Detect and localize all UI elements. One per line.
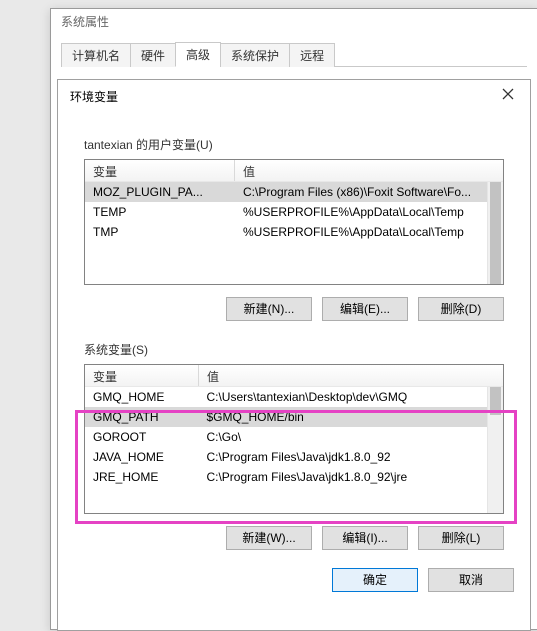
table-row[interactable]: JRE_HOMEC:\Program Files\Java\jdk1.8.0_9… [85,467,487,487]
table-row[interactable]: TEMP%USERPROFILE%\AppData\Local\Temp [85,202,487,222]
cell-value: C:\Program Files (x86)\Foxit Software\Fo… [235,182,487,202]
sys-delete-button[interactable]: 删除(L) [418,526,504,550]
table-row[interactable]: TMP%USERPROFILE%\AppData\Local\Temp [85,222,487,242]
cell-variable: TMP [85,222,235,242]
column-header-variable[interactable]: 变量 [85,160,235,181]
cell-variable: GMQ_PATH [85,407,198,427]
cell-variable: TEMP [85,202,235,222]
scrollbar-thumb[interactable] [490,182,501,284]
tab-remote[interactable]: 远程 [289,43,335,67]
cell-variable: JAVA_HOME [85,447,198,467]
tabstrip: 计算机名 硬件 高级 系统保护 远程 [61,43,527,67]
table-row[interactable]: GMQ_HOMEC:\Users\tantexian\Desktop\dev\G… [85,387,487,407]
cell-value: C:\Program Files\Java\jdk1.8.0_92\jre [198,467,487,487]
scrollbar[interactable] [487,182,503,284]
close-icon [502,89,514,103]
cell-value: %USERPROFILE%\AppData\Local\Temp [235,222,487,242]
env-dialog-title: 环境变量 [70,88,118,105]
tab-hardware[interactable]: 硬件 [130,43,176,67]
tab-advanced[interactable]: 高级 [175,42,221,67]
scrollbar-thumb[interactable] [490,387,501,415]
table-row[interactable]: GMQ_PATH$GMQ_HOME/bin [85,407,487,427]
cancel-button[interactable]: 取消 [428,568,514,592]
scrollbar[interactable] [487,387,503,513]
cell-value: %USERPROFILE%\AppData\Local\Temp [235,202,487,222]
cell-variable: GMQ_HOME [85,387,198,407]
system-properties-dialog: 系统属性 计算机名 硬件 高级 系统保护 远程 环境变量 tantexian 的… [50,8,537,630]
user-delete-button[interactable]: 删除(D) [418,297,504,321]
sys-vars-header: 变量 值 [85,365,503,387]
column-header-value[interactable]: 值 [199,365,503,386]
cell-value: C:\Users\tantexian\Desktop\dev\GMQ [198,387,487,407]
table-row[interactable]: JAVA_HOMEC:\Program Files\Java\jdk1.8.0_… [85,447,487,467]
sys-edit-button[interactable]: 编辑(I)... [322,526,408,550]
user-edit-button[interactable]: 编辑(E)... [322,297,408,321]
sys-new-button[interactable]: 新建(W)... [226,526,312,550]
cell-variable: MOZ_PLUGIN_PA... [85,182,235,202]
env-dialog-titlebar: 环境变量 [58,80,530,112]
column-header-variable[interactable]: 变量 [85,365,199,386]
close-button[interactable] [494,86,522,106]
tab-computer-name[interactable]: 计算机名 [61,43,131,67]
cell-value: C:\Go\ [198,427,487,447]
system-properties-title: 系统属性 [51,9,537,35]
cell-value: $GMQ_HOME/bin [198,407,487,427]
sys-vars-listbox[interactable]: 变量 值 GMQ_HOMEC:\Users\tantexian\Desktop\… [84,364,504,514]
user-vars-label: tantexian 的用户变量(U) [84,136,504,153]
user-vars-listbox[interactable]: 变量 值 MOZ_PLUGIN_PA...C:\Program Files (x… [84,159,504,285]
table-row[interactable]: GOROOTC:\Go\ [85,427,487,447]
table-row[interactable]: MOZ_PLUGIN_PA...C:\Program Files (x86)\F… [85,182,487,202]
tab-system-protection[interactable]: 系统保护 [220,43,290,67]
user-new-button[interactable]: 新建(N)... [226,297,312,321]
user-vars-header: 变量 值 [85,160,503,182]
ok-button[interactable]: 确定 [332,568,418,592]
cell-variable: JRE_HOME [85,467,198,487]
sys-vars-label: 系统变量(S) [84,341,504,358]
column-header-value[interactable]: 值 [235,160,503,181]
environment-variables-dialog: 环境变量 tantexian 的用户变量(U) 变量 值 MOZ_PLUGIN_… [57,79,531,631]
cell-variable: GOROOT [85,427,198,447]
cell-value: C:\Program Files\Java\jdk1.8.0_92 [198,447,487,467]
